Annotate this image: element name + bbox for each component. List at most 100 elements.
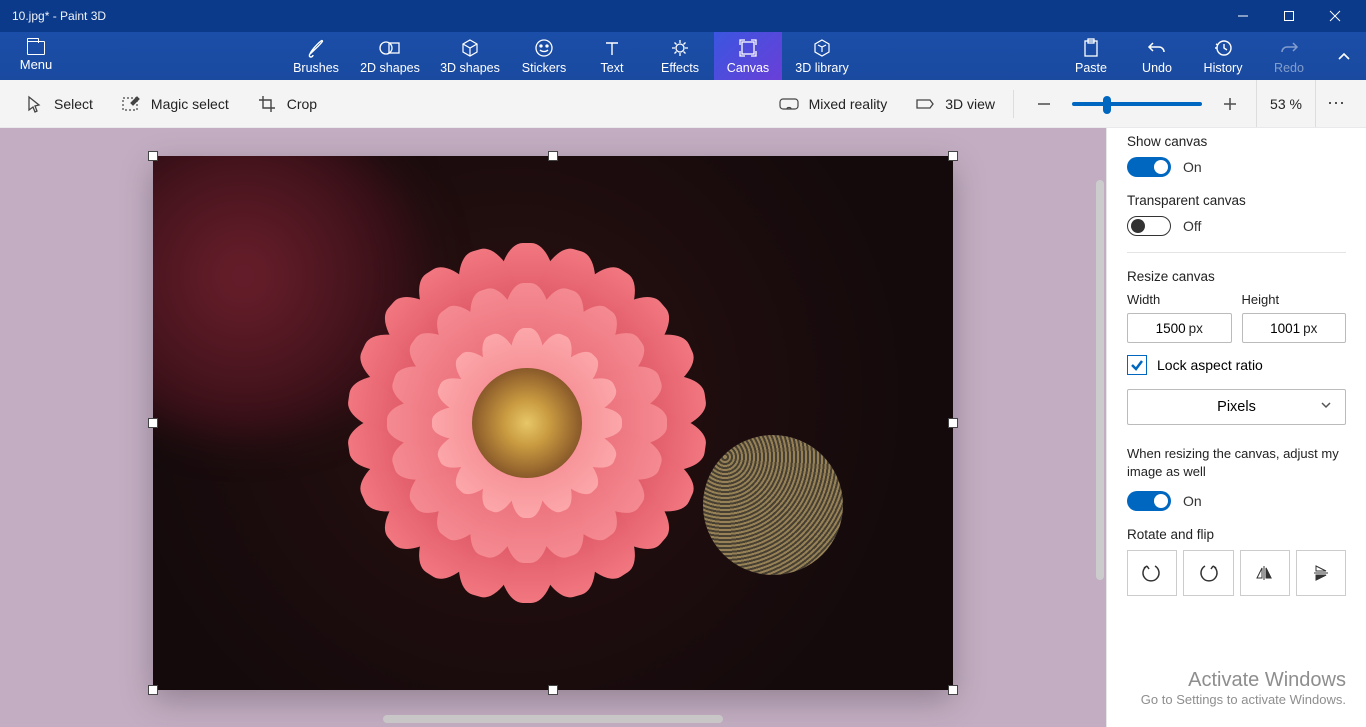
tool-label: Brushes (293, 61, 339, 75)
tool-effects[interactable]: Effects (646, 32, 714, 80)
tool-label: Redo (1274, 61, 1304, 75)
resize-handle[interactable] (148, 418, 158, 428)
collapse-ribbon-button[interactable] (1322, 32, 1366, 80)
resize-handle[interactable] (948, 685, 958, 695)
tool-2d-shapes[interactable]: 2D shapes (350, 32, 430, 80)
pointer-icon (24, 95, 44, 113)
undo-button[interactable]: Undo (1124, 32, 1190, 80)
canvas-image[interactable] (153, 156, 953, 690)
horizontal-scrollbar[interactable] (383, 715, 723, 723)
lock-aspect-checkbox[interactable]: Lock aspect ratio (1127, 355, 1346, 375)
height-label: Height (1242, 292, 1347, 307)
tool-label: Undo (1142, 61, 1172, 75)
undo-icon (1147, 38, 1167, 58)
tool-label: 3D library (795, 61, 849, 75)
redo-button: Redo (1256, 32, 1322, 80)
vertical-scrollbar[interactable] (1096, 180, 1104, 580)
zoom-out-button[interactable] (1030, 90, 1058, 118)
zoom-in-button[interactable] (1216, 90, 1244, 118)
resize-image-label: When resizing the canvas, adjust my imag… (1127, 445, 1346, 481)
view3d-icon (915, 96, 935, 112)
tool-3d-library[interactable]: 3D library (782, 32, 862, 80)
btn-label: Select (54, 96, 93, 112)
tool-label: Effects (661, 61, 699, 75)
title-bar: 10.jpg* - Paint 3D (0, 0, 1366, 32)
tool-stickers[interactable]: Stickers (510, 32, 578, 80)
more-options-button[interactable]: ⋯ (1316, 93, 1356, 114)
btn-label: Crop (287, 96, 317, 112)
transparent-canvas-toggle[interactable] (1127, 216, 1171, 236)
mixed-reality-icon (779, 96, 799, 112)
rotate-left-button[interactable] (1127, 550, 1177, 596)
window-title: 10.jpg* - Paint 3D (8, 9, 1220, 23)
show-canvas-toggle[interactable] (1127, 157, 1171, 177)
width-label: Width (1127, 292, 1232, 307)
units-dropdown[interactable]: Pixels (1127, 389, 1346, 425)
menu-label: Menu (20, 57, 53, 72)
flip-vertical-button[interactable] (1296, 550, 1346, 596)
main-toolbar: Menu Brushes 2D shapes 3D shapes Sticker… (0, 32, 1366, 80)
zoom-percent[interactable]: 53 % (1256, 80, 1316, 127)
tool-3d-shapes[interactable]: 3D shapes (430, 32, 510, 80)
resize-canvas-label: Resize canvas (1127, 269, 1346, 284)
flip-horizontal-button[interactable] (1240, 550, 1290, 596)
toggle-state: On (1183, 159, 1202, 175)
separator (1013, 90, 1014, 118)
width-input[interactable]: 1500px (1127, 313, 1232, 343)
tool-label: Paste (1075, 61, 1107, 75)
stickers-icon (534, 38, 554, 58)
crop-icon (257, 95, 277, 113)
workspace (0, 128, 1106, 727)
resize-handle[interactable] (548, 151, 558, 161)
toggle-state: Off (1183, 218, 1201, 234)
secondary-toolbar: Select Magic select Crop Mixed reality 3… (0, 80, 1366, 128)
resize-handle[interactable] (948, 418, 958, 428)
tool-text[interactable]: Text (578, 32, 646, 80)
brush-icon (306, 38, 326, 58)
shapes3d-icon (460, 38, 480, 58)
resize-handle[interactable] (548, 685, 558, 695)
resize-image-toggle[interactable] (1127, 491, 1171, 511)
3d-view-button[interactable]: 3D view (901, 80, 1009, 127)
maximize-button[interactable] (1266, 0, 1312, 32)
crop-button[interactable]: Crop (243, 80, 331, 127)
select-button[interactable]: Select (10, 80, 107, 127)
rotate-right-button[interactable] (1183, 550, 1233, 596)
tool-canvas[interactable]: Canvas (714, 32, 782, 80)
zoom-slider[interactable] (1072, 102, 1202, 106)
effects-icon (670, 38, 690, 58)
paste-icon (1082, 38, 1100, 58)
tool-brushes[interactable]: Brushes (282, 32, 350, 80)
close-button[interactable] (1312, 0, 1358, 32)
tool-label: 2D shapes (360, 61, 420, 75)
minimize-button[interactable] (1220, 0, 1266, 32)
magic-select-icon (121, 95, 141, 113)
history-button[interactable]: History (1190, 32, 1256, 80)
transparent-canvas-label: Transparent canvas (1127, 193, 1346, 208)
toggle-state: On (1183, 493, 1202, 509)
menu-button[interactable]: Menu (0, 32, 72, 80)
resize-handle[interactable] (148, 685, 158, 695)
rotate-flip-label: Rotate and flip (1127, 527, 1346, 542)
tool-label: Stickers (522, 61, 566, 75)
magic-select-button[interactable]: Magic select (107, 80, 243, 127)
library-icon (812, 38, 832, 58)
btn-label: Magic select (151, 96, 229, 112)
paste-button[interactable]: Paste (1058, 32, 1124, 80)
btn-label: Mixed reality (809, 96, 888, 112)
tool-label: History (1204, 61, 1243, 75)
text-icon (603, 38, 621, 58)
btn-label: 3D view (945, 96, 995, 112)
resize-handle[interactable] (948, 151, 958, 161)
tool-label: Canvas (727, 61, 769, 75)
tool-label: Text (601, 61, 624, 75)
canvas-icon (738, 38, 758, 58)
checkbox-icon (1127, 355, 1147, 375)
height-input[interactable]: 1001px (1242, 313, 1347, 343)
canvas-panel: Canvas Show canvas On Transparent canvas… (1106, 80, 1366, 727)
mixed-reality-button[interactable]: Mixed reality (765, 80, 902, 127)
divider (1127, 252, 1346, 253)
resize-handle[interactable] (148, 151, 158, 161)
canvas-selection[interactable] (153, 156, 953, 690)
dropdown-value: Pixels (1217, 399, 1256, 415)
